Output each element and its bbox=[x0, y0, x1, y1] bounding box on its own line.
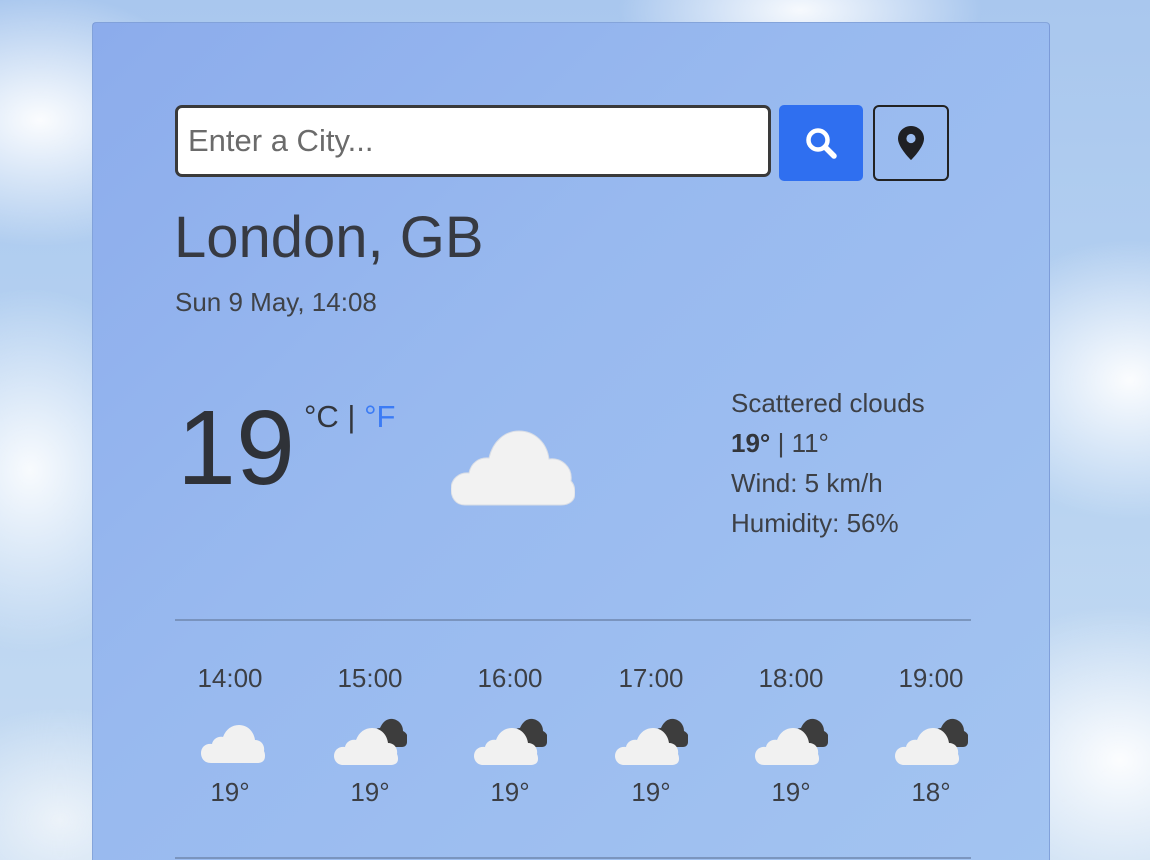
hour-temp: 19° bbox=[631, 777, 671, 807]
divider bbox=[175, 619, 971, 621]
hour-temp: 19° bbox=[490, 777, 530, 807]
broken-clouds-icon bbox=[455, 707, 565, 781]
hourly-item: 17:00 19° bbox=[596, 663, 706, 807]
date-time: Sun 9 May, 14:08 bbox=[175, 287, 377, 317]
hourly-item: 18:00 19° bbox=[736, 663, 846, 807]
city-search-input[interactable] bbox=[175, 105, 771, 177]
current-location-button[interactable] bbox=[873, 105, 949, 181]
low-temp: 11° bbox=[791, 428, 829, 458]
broken-clouds-icon bbox=[876, 707, 986, 781]
search-button[interactable] bbox=[779, 105, 863, 181]
hourly-forecast: 14:00 19° 15:00 19° 16:00 19° 17:00 19° … bbox=[175, 663, 971, 833]
hour-temp: 18° bbox=[911, 777, 951, 807]
celsius-unit[interactable]: °C bbox=[304, 399, 339, 434]
high-temp: 19° bbox=[731, 428, 771, 458]
broken-clouds-icon bbox=[596, 707, 706, 781]
high-low-temps: 19° | 11° bbox=[731, 423, 925, 463]
cloud-icon bbox=[450, 427, 576, 512]
map-marker-icon bbox=[898, 126, 924, 160]
current-temperature: 19 bbox=[177, 389, 295, 507]
high-low-separator: | bbox=[777, 428, 785, 458]
unit-toggle: °C | °F bbox=[304, 401, 395, 432]
hour-time: 18:00 bbox=[758, 663, 824, 693]
weather-card: London, GB Sun 9 May, 14:08 19 °C | °F S… bbox=[92, 22, 1050, 860]
city-name: London, GB bbox=[174, 205, 484, 270]
weather-details: Scattered clouds 19° | 11° Wind: 5 km/h … bbox=[731, 383, 925, 543]
hour-time: 15:00 bbox=[337, 663, 403, 693]
search-bar bbox=[175, 105, 949, 181]
broken-clouds-icon bbox=[315, 707, 425, 781]
fahrenheit-unit[interactable]: °F bbox=[364, 399, 395, 434]
broken-clouds-icon bbox=[736, 707, 846, 781]
hour-time: 16:00 bbox=[477, 663, 543, 693]
hourly-item: 14:00 19° bbox=[175, 663, 285, 807]
search-icon bbox=[806, 128, 837, 159]
cloud-icon bbox=[175, 707, 285, 781]
divider bbox=[175, 857, 971, 859]
hour-temp: 19° bbox=[210, 777, 250, 807]
hourly-item: 16:00 19° bbox=[455, 663, 565, 807]
hourly-item: 19:00 18° bbox=[876, 663, 986, 807]
hourly-item: 15:00 19° bbox=[315, 663, 425, 807]
weather-description: Scattered clouds bbox=[731, 388, 925, 418]
hour-temp: 19° bbox=[350, 777, 390, 807]
hour-time: 19:00 bbox=[898, 663, 964, 693]
hour-time: 17:00 bbox=[618, 663, 684, 693]
humidity: Humidity: 56% bbox=[731, 508, 899, 538]
wind-speed: Wind: 5 km/h bbox=[731, 468, 883, 498]
hour-temp: 19° bbox=[771, 777, 811, 807]
unit-separator: | bbox=[347, 399, 356, 434]
hour-time: 14:00 bbox=[197, 663, 263, 693]
